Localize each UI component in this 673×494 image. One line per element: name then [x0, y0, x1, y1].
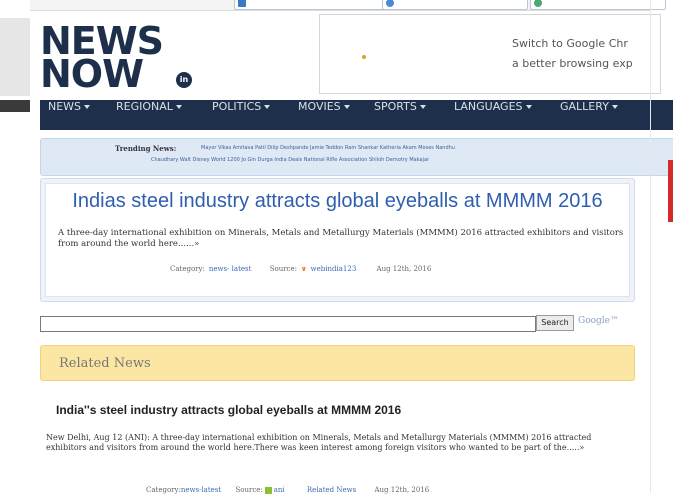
nav-item-sports[interactable]: SPORTS	[374, 100, 426, 130]
left-page-edge	[0, 0, 30, 493]
logo-line-2: NOW	[40, 52, 144, 96]
nav-label: LANGUAGES	[454, 100, 523, 113]
left-mini-bar	[0, 100, 30, 112]
nav-item-languages[interactable]: LANGUAGES	[454, 100, 532, 130]
related-news-title: Related News	[59, 356, 151, 371]
ad-line-2: a better browsing exp	[512, 57, 633, 70]
search-button[interactable]: Search	[536, 315, 574, 331]
source-logo-icon	[264, 486, 272, 494]
top-pill-3[interactable]	[530, 0, 666, 10]
caret-down-icon	[264, 105, 271, 109]
top-toolbar-strip	[30, 0, 666, 11]
category-label: Category:	[170, 265, 205, 273]
related-item-description: New Delhi, Aug 12 (ANI): A three-day int…	[46, 433, 592, 452]
article-date: Aug 12th, 2016	[376, 265, 432, 273]
site-logo[interactable]: NEWS NOW in	[40, 22, 210, 96]
google-brand: Google™	[578, 316, 619, 326]
nav-item-gallery[interactable]: GALLERY	[560, 100, 618, 130]
nav-item-movies[interactable]: MOVIES	[298, 100, 350, 130]
search-input[interactable]	[40, 316, 536, 332]
logo-in-badge: in	[176, 72, 192, 88]
nav-label: REGIONAL	[116, 100, 173, 113]
nav-label: GALLERY	[560, 100, 609, 113]
related-item-title-link[interactable]: India''s steel industry attracts global …	[56, 403, 401, 417]
right-red-banner-edge	[668, 160, 673, 222]
source-link[interactable]: webindia123	[311, 265, 357, 273]
right-divider	[650, 0, 651, 493]
nav-label: SPORTS	[374, 100, 417, 113]
featured-article-inner: Indias steel industry attracts global ey…	[45, 183, 630, 297]
square-icon	[238, 0, 246, 7]
caret-down-icon	[419, 105, 426, 109]
caret-down-icon	[84, 105, 91, 109]
top-pill-1[interactable]	[234, 0, 390, 10]
source-logo-icon: ∨	[300, 264, 307, 273]
circle-icon	[534, 0, 542, 7]
caret-down-icon	[525, 105, 532, 109]
trending-tags-line-1[interactable]: Mayor Vikas Amitava Patil Dilip Deshpand…	[201, 145, 455, 151]
category-link[interactable]: news- latest	[209, 265, 252, 273]
trending-label: Trending News:	[115, 144, 177, 153]
trending-tags-line-2[interactable]: Chaudhary Walt Disney World 1200 Jo Gin …	[151, 157, 429, 163]
chrome-ad-banner[interactable]: Switch to Google Chr a better browsing e…	[319, 14, 661, 94]
trending-news-bar: Trending News: Mayor Vikas Amitava Patil…	[40, 138, 673, 176]
ad-line-1: Switch to Google Chr	[512, 37, 628, 50]
nav-label: NEWS	[48, 100, 82, 113]
nav-label: MOVIES	[298, 100, 341, 113]
nav-item-politics[interactable]: POLITICS	[212, 100, 271, 130]
nav-label: POLITICS	[212, 100, 262, 113]
featured-article: Indias steel industry attracts global ey…	[40, 178, 635, 302]
circle-icon	[386, 0, 394, 7]
source-label: Source:	[269, 265, 297, 273]
nav-item-news[interactable]: NEWS	[48, 100, 91, 130]
caret-down-icon	[611, 105, 618, 109]
top-pill-2[interactable]	[382, 0, 528, 10]
left-grey-panel	[0, 18, 30, 96]
ad-dot-icon	[362, 55, 366, 59]
related-news-header: Related News	[40, 345, 635, 381]
article-description: A three-day international exhibition on …	[58, 228, 624, 249]
nav-item-regional[interactable]: REGIONAL	[116, 100, 182, 130]
article-meta: Category: news- latest Source: ∨ webindia12…	[170, 264, 435, 273]
main-nav: NEWS REGIONAL POLITICS MOVIES SPORTS LAN…	[40, 100, 673, 130]
caret-down-icon	[175, 105, 182, 109]
article-title-link[interactable]: Indias steel industry attracts global ey…	[46, 190, 629, 213]
caret-down-icon	[343, 105, 350, 109]
